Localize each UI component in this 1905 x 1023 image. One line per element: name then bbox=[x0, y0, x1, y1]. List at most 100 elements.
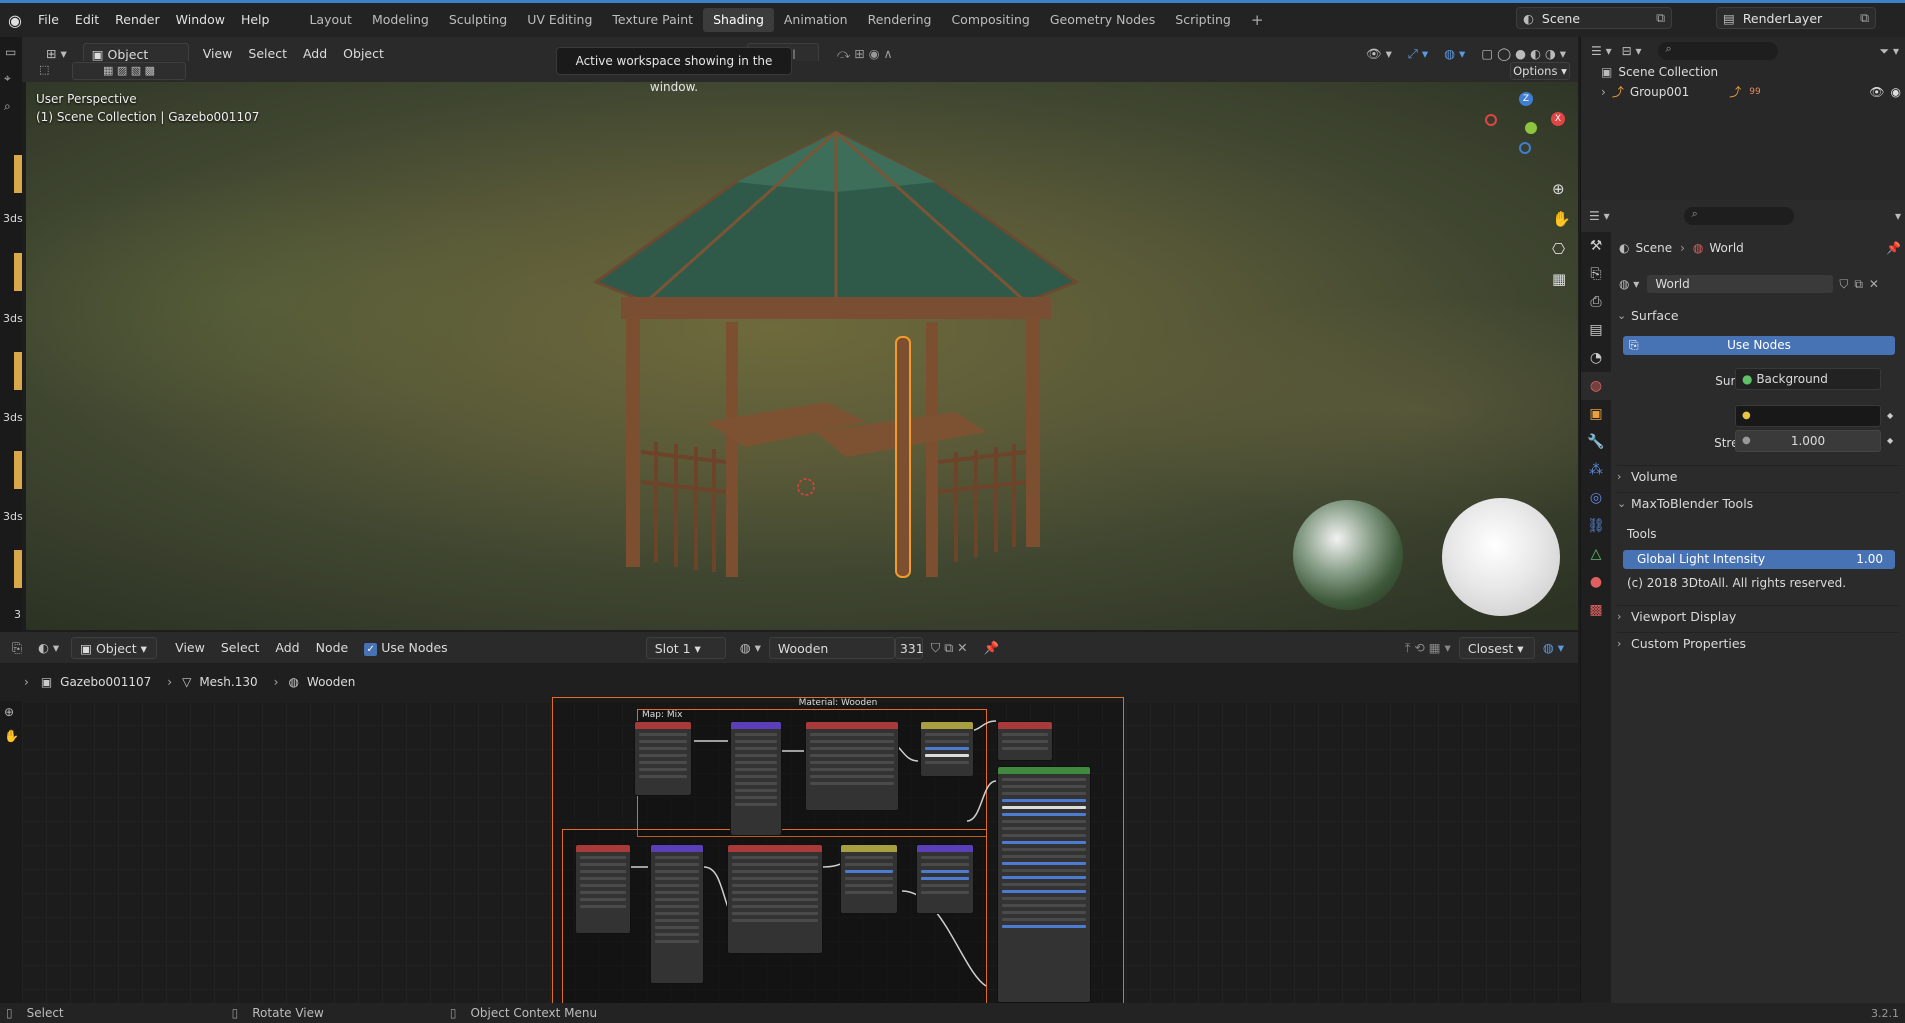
modifier-tab-icon[interactable]: 🔧 bbox=[1581, 428, 1611, 456]
bump-node[interactable] bbox=[916, 844, 974, 914]
outliner-item-group001[interactable]: › ⤴ Group001 ⤴ 99 👁 ◉ bbox=[1601, 83, 1901, 100]
tab-compositing[interactable]: Compositing bbox=[941, 8, 1039, 32]
thumbnail-strip[interactable] bbox=[14, 155, 22, 193]
add-workspace-button[interactable]: + bbox=[1241, 8, 1274, 32]
funnel-icon[interactable]: ⏷ ▾ bbox=[1880, 44, 1899, 59]
scene-selector[interactable]: ◐ Scene ⧉ bbox=[1516, 7, 1672, 29]
unlink-icon[interactable]: ✕ bbox=[1869, 277, 1879, 291]
render-tab-icon[interactable]: ⎘ bbox=[1581, 260, 1611, 288]
menu-window[interactable]: Window bbox=[168, 8, 233, 32]
tab-layout[interactable]: Layout bbox=[299, 8, 362, 32]
gizmo-y-axis[interactable] bbox=[1525, 122, 1537, 134]
mapping-node[interactable] bbox=[730, 721, 782, 836]
gizmo-x-axis[interactable]: X bbox=[1551, 112, 1565, 126]
camera-icon[interactable]: ⎔ bbox=[1552, 240, 1565, 258]
thumbnail-strip[interactable] bbox=[14, 352, 22, 390]
thumbnail-strip[interactable] bbox=[14, 451, 22, 489]
mix-node[interactable] bbox=[920, 721, 974, 777]
select-box-icon[interactable]: ⬚ bbox=[39, 63, 49, 76]
tab-modeling[interactable]: Modeling bbox=[362, 8, 439, 32]
texture-tab-icon[interactable]: ▩ bbox=[1581, 596, 1611, 624]
material-browse-icon[interactable]: ◍ ▾ bbox=[732, 637, 769, 659]
volume-panel-header[interactable]: › Volume bbox=[1617, 465, 1899, 487]
shader-type-icon[interactable]: ◐ ▾ bbox=[30, 637, 67, 659]
pan-hand-icon[interactable]: ✋ bbox=[4, 729, 19, 743]
thumbnail-strip[interactable] bbox=[14, 550, 22, 588]
mapping-node-2[interactable] bbox=[650, 844, 704, 984]
keyframe-dot-icon[interactable]: ◆ bbox=[1887, 436, 1893, 445]
physics-tab-icon[interactable]: ◎ bbox=[1581, 484, 1611, 512]
pin-icon[interactable]: 📌 bbox=[976, 637, 1008, 659]
gizmo-neg-x-axis[interactable] bbox=[1485, 114, 1497, 126]
add-icon[interactable]: ⊕ bbox=[4, 705, 14, 719]
gizmo-neg-z-axis[interactable] bbox=[1519, 142, 1531, 154]
world-tab-icon[interactable]: ◍ bbox=[1581, 372, 1611, 400]
constraints-tab-icon[interactable]: ⛓ bbox=[1581, 512, 1611, 540]
material-actions-icons[interactable]: ⛉ ⧉ ✕ bbox=[923, 637, 976, 659]
options-dropdown[interactable]: Options ▾ bbox=[1510, 62, 1570, 80]
world-name-field[interactable]: World bbox=[1647, 275, 1834, 293]
tab-animation[interactable]: Animation bbox=[774, 8, 858, 32]
ne-menu-add[interactable]: Add bbox=[267, 637, 307, 659]
duplicate-icon[interactable]: ⧉ bbox=[1854, 277, 1863, 292]
expand-chevron-icon[interactable]: › bbox=[1601, 85, 1606, 99]
material-output-node[interactable] bbox=[997, 721, 1053, 761]
cursor-tool-icon[interactable]: ⌖ bbox=[4, 71, 11, 86]
color-swatch[interactable]: ● bbox=[1735, 405, 1881, 427]
snap-target-dropdown[interactable]: Closest ▾ bbox=[1458, 636, 1535, 659]
menu-render[interactable]: Render bbox=[107, 8, 168, 32]
display-mode-icon[interactable]: ☰ ▾ bbox=[1591, 44, 1612, 58]
tab-geometry-nodes[interactable]: Geometry Nodes bbox=[1040, 8, 1165, 32]
parent-node-tree-icons[interactable]: ⤒ ⟲ ▦ ▾ bbox=[1397, 637, 1459, 659]
slot-dropdown[interactable]: Slot 1 ▾ bbox=[645, 636, 726, 659]
tab-rendering[interactable]: Rendering bbox=[858, 8, 942, 32]
pin-icon[interactable]: 📌 bbox=[1886, 241, 1901, 255]
principled-bsdf-node[interactable] bbox=[997, 766, 1091, 1003]
editor-type-icon[interactable]: ▭ bbox=[5, 45, 16, 59]
surface-panel-header[interactable]: ⌄ Surface bbox=[1617, 304, 1899, 326]
menu-help[interactable]: Help bbox=[233, 8, 278, 32]
global-light-intensity-slider[interactable]: Global Light Intensity 1.00 bbox=[1623, 550, 1895, 569]
view-layer-selector[interactable]: ▤ RenderLayer ⧉ bbox=[1716, 7, 1876, 29]
ortho-grid-icon[interactable]: ▦ bbox=[1552, 270, 1566, 288]
eye-icon[interactable]: 👁 bbox=[1869, 85, 1884, 99]
surface-shader-field[interactable]: ● Background bbox=[1735, 368, 1881, 390]
viewport-display-header[interactable]: › Viewport Display bbox=[1617, 605, 1899, 627]
gizmo-z-axis[interactable]: Z bbox=[1519, 92, 1533, 106]
overlay-toggle-icon[interactable]: ◍ ▾ bbox=[1535, 637, 1572, 659]
thumbnail-strip[interactable] bbox=[14, 253, 22, 291]
fake-user-icon[interactable]: ⛉ bbox=[1839, 277, 1848, 292]
view-layer-tab-icon[interactable]: ▤ bbox=[1581, 316, 1611, 344]
select-mode-buttons[interactable]: ▦ ▨ ▧ ▩ bbox=[72, 62, 186, 80]
material-tab-icon[interactable]: ● bbox=[1581, 568, 1611, 596]
pan-hand-icon[interactable]: ✋ bbox=[1552, 210, 1571, 228]
mtb-panel-header[interactable]: ⌄ MaxToBlender Tools bbox=[1617, 492, 1899, 514]
material-name-field[interactable]: Wooden bbox=[768, 636, 895, 659]
use-nodes-button[interactable]: ⎘ Use Nodes bbox=[1623, 336, 1895, 355]
tool-tab-icon[interactable]: ⚒ bbox=[1581, 232, 1611, 260]
mix-node-2[interactable] bbox=[840, 844, 898, 914]
image-texture-node[interactable] bbox=[805, 721, 899, 811]
collapse-icon[interactable]: ▾ bbox=[1895, 209, 1901, 223]
outliner-search-input[interactable]: ⌕ bbox=[1657, 42, 1778, 60]
menu-edit[interactable]: Edit bbox=[67, 8, 107, 32]
filter-icon[interactable]: ⊟ ▾ bbox=[1622, 44, 1642, 58]
ne-menu-node[interactable]: Node bbox=[308, 637, 357, 659]
ne-menu-view[interactable]: View bbox=[167, 637, 213, 659]
blender-logo-icon[interactable]: ◉ bbox=[4, 9, 26, 31]
properties-search-input[interactable]: ⌕ bbox=[1683, 207, 1794, 225]
menu-file[interactable]: File bbox=[30, 8, 67, 32]
ne-menu-select[interactable]: Select bbox=[213, 637, 268, 659]
use-nodes-checkbox[interactable]: ✓ Use Nodes bbox=[356, 637, 455, 659]
tab-uv-editing[interactable]: UV Editing bbox=[517, 8, 602, 32]
tab-scripting[interactable]: Scripting bbox=[1165, 8, 1241, 32]
strength-field[interactable]: ● 1.000 bbox=[1735, 430, 1881, 452]
shader-type-dropdown[interactable]: ▣ Object ▾ bbox=[71, 636, 158, 659]
texture-coordinate-node[interactable] bbox=[634, 721, 692, 796]
3d-viewport[interactable]: User Perspective (1) Scene Collection | … bbox=[26, 82, 1578, 630]
output-tab-icon[interactable]: ⎙ bbox=[1581, 288, 1611, 316]
search-icon[interactable]: ⌕ bbox=[4, 99, 11, 114]
material-users-count[interactable]: 331 bbox=[894, 636, 924, 659]
node-editor-canvas[interactable]: Material: Wooden Map: Mix bbox=[22, 697, 1578, 1005]
world-browse-icon[interactable]: ◍ ▾ bbox=[1619, 277, 1639, 291]
